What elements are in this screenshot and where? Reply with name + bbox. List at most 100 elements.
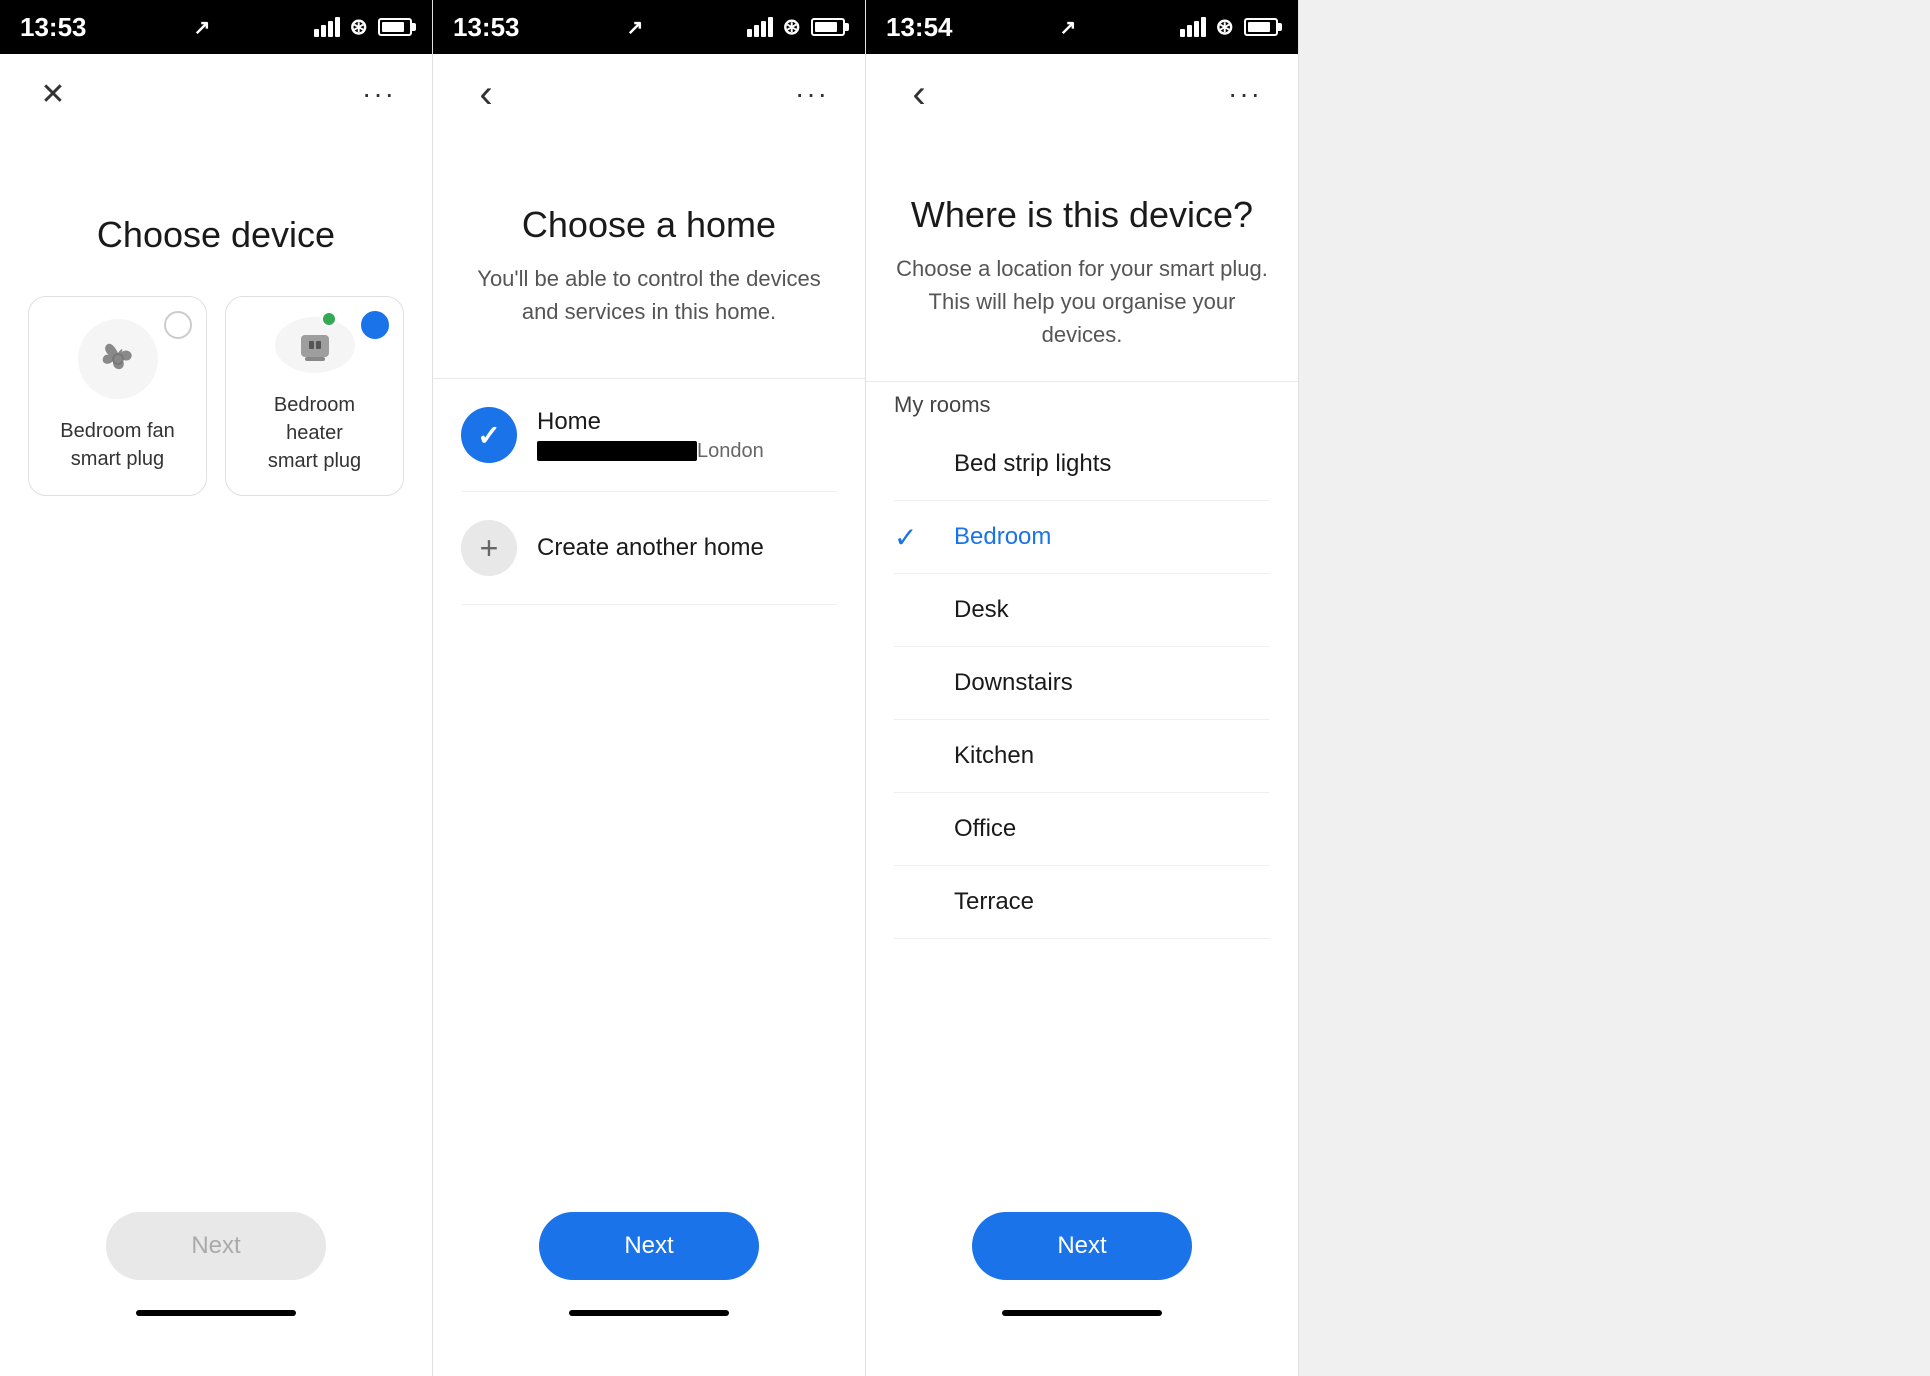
bar3b: [761, 21, 766, 37]
nav-bar-2: ‹ ···: [433, 54, 865, 134]
device-name-plug: Bedroom heater smart plug: [246, 391, 383, 475]
bar4b: [768, 17, 773, 37]
room-list: Bed strip lights ✓ Bedroom Desk Downstai…: [894, 428, 1270, 939]
next-button-3[interactable]: Next: [972, 1212, 1192, 1280]
signal-bars-2: [747, 17, 773, 37]
room-item-office[interactable]: Office: [894, 793, 1270, 866]
home-indicator-2: [569, 1310, 729, 1316]
home-item-info-create: Create another home: [537, 534, 764, 562]
room-item-name-kitchen: Kitchen: [894, 742, 1034, 770]
content-2: Choose a home You'll be able to control …: [433, 134, 865, 1376]
next-button-2[interactable]: Next: [539, 1212, 759, 1280]
bar1b: [747, 29, 752, 37]
city-label: London: [697, 440, 764, 462]
bar3c: [1194, 21, 1199, 37]
status-bar-3: 13:54 ↗ ⊛: [866, 0, 1298, 54]
device-radio-fan: [164, 311, 192, 339]
home-item-name: Home: [537, 408, 764, 436]
wifi-icon-1: ⊛: [350, 14, 368, 40]
room-item-name-bedroom: Bedroom: [894, 523, 1051, 551]
bar4c: [1201, 17, 1206, 37]
room-item-name-desk: Desk: [894, 596, 1009, 624]
location-arrow-2: ↗: [627, 15, 644, 40]
location-arrow-3: ↗: [1060, 15, 1077, 40]
wifi-icon-3: ⊛: [1216, 14, 1234, 40]
status-time-2: 13:53: [453, 12, 520, 43]
home-item-address: London: [537, 440, 764, 463]
fan-icon: [93, 334, 143, 384]
back-icon-3: ‹: [912, 72, 925, 117]
page-title-3: Where is this device?: [894, 194, 1270, 236]
bar2b: [754, 25, 759, 37]
battery-icon-3: [1244, 18, 1278, 36]
battery-icon-1: [378, 18, 412, 36]
signal-bars-3: [1180, 17, 1206, 37]
bottom-area-2: Next: [433, 1212, 865, 1316]
home-item-info-home: Home London: [537, 408, 764, 463]
rooms-section-label: My rooms: [894, 392, 1270, 418]
bottom-area-3: Next: [866, 1212, 1298, 1316]
next-button-1[interactable]: Next: [106, 1212, 326, 1280]
status-bar-right-2: ⊛: [747, 14, 845, 40]
back-button-2[interactable]: ‹: [461, 69, 511, 119]
home-item-create[interactable]: + Create another home: [461, 492, 837, 605]
room-item-bed-strip-lights[interactable]: Bed strip lights: [894, 428, 1270, 501]
more-icon-1: ···: [362, 78, 396, 110]
more-button-1[interactable]: ···: [354, 69, 404, 119]
room-item-name-office: Office: [894, 815, 1016, 843]
room-item-downstairs[interactable]: Downstairs: [894, 647, 1270, 720]
device-card-fan[interactable]: Bedroom fan smart plug: [28, 296, 207, 496]
check-icon-home: ✓: [477, 419, 500, 452]
bar4: [335, 17, 340, 37]
battery-icon-2: [811, 18, 845, 36]
status-bar-right-3: ⊛: [1180, 14, 1278, 40]
status-bar-right-1: ⊛: [314, 14, 412, 40]
home-list: ✓ Home London + Create another home: [461, 379, 837, 605]
more-button-3[interactable]: ···: [1220, 69, 1270, 119]
status-bar-1: 13:53 ↗ ⊛: [0, 0, 432, 54]
back-icon-2: ‹: [479, 72, 492, 117]
back-button-3[interactable]: ‹: [894, 69, 944, 119]
plug-icon: [293, 323, 337, 367]
bottom-area-1: Next: [0, 1212, 432, 1316]
device-name-fan: Bedroom fan smart plug: [60, 417, 175, 473]
device-card-plug[interactable]: Bedroom heater smart plug: [225, 296, 404, 496]
room-item-kitchen[interactable]: Kitchen: [894, 720, 1270, 793]
home-item-home[interactable]: ✓ Home London: [461, 379, 837, 492]
home-item-name-create: Create another home: [537, 534, 764, 562]
more-button-2[interactable]: ···: [787, 69, 837, 119]
battery-fill-1: [382, 22, 404, 32]
more-icon-3: ···: [1228, 78, 1262, 110]
status-time-3: 13:54: [886, 12, 953, 43]
home-indicator-1: [136, 1310, 296, 1316]
redacted-address: [537, 441, 697, 461]
page-title-1: Choose device: [28, 214, 404, 256]
room-check-bedroom: ✓: [894, 521, 917, 554]
home-indicator-3: [1002, 1310, 1162, 1316]
room-item-name-bed-strip-lights: Bed strip lights: [894, 450, 1111, 478]
status-bar-2: 13:53 ↗ ⊛: [433, 0, 865, 54]
device-radio-plug: [361, 311, 389, 339]
battery-fill-3: [1248, 22, 1270, 32]
bar2: [321, 25, 326, 37]
page-title-2: Choose a home: [461, 204, 837, 246]
battery-fill-2: [815, 22, 837, 32]
green-dot-plug: [321, 311, 337, 327]
room-item-name-terrace: Terrace: [894, 888, 1034, 916]
close-icon: ✕: [40, 77, 65, 112]
screen-choose-device: 13:53 ↗ ⊛ ✕ ··· Choose device: [0, 0, 433, 1376]
room-item-desk[interactable]: Desk: [894, 574, 1270, 647]
bar1c: [1180, 29, 1185, 37]
content-1: Choose device Bedroom fan smart plug: [0, 134, 432, 1376]
more-icon-2: ···: [795, 78, 829, 110]
page-subtitle-2: You'll be able to control the devices an…: [461, 262, 837, 328]
signal-bars-1: [314, 17, 340, 37]
room-item-bedroom[interactable]: ✓ Bedroom: [894, 501, 1270, 574]
room-item-terrace[interactable]: Terrace: [894, 866, 1270, 939]
bar3: [328, 21, 333, 37]
close-button[interactable]: ✕: [28, 69, 78, 119]
content-3: Where is this device? Choose a location …: [866, 134, 1298, 1376]
nav-bar-1: ✕ ···: [0, 54, 432, 134]
room-item-name-downstairs: Downstairs: [894, 669, 1073, 697]
home-item-avatar-create: +: [461, 520, 517, 576]
